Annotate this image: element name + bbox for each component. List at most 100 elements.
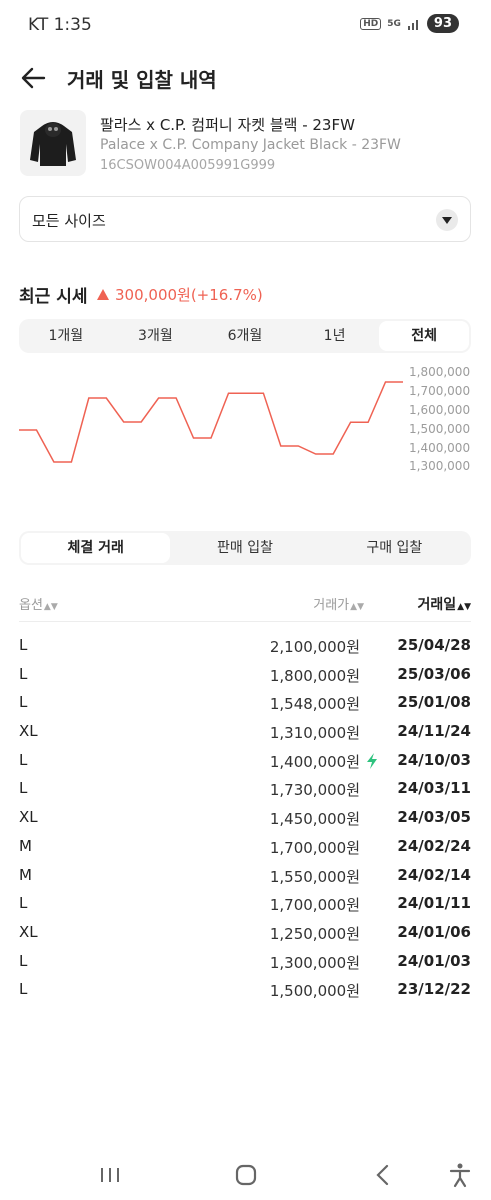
tab-sell-bids[interactable]: 판매 입찰 xyxy=(170,533,319,563)
tab-period-all[interactable]: 전체 xyxy=(379,321,469,351)
trade-date: 24/03/05 xyxy=(397,808,471,827)
table-row: L 1,500,000원 23/12/22 xyxy=(19,975,471,1004)
tab-period-1y[interactable]: 1년 xyxy=(290,321,380,351)
trade-date: 24/01/03 xyxy=(397,951,471,970)
page-title: 거래 및 입찰 내역 xyxy=(67,68,217,92)
header-price-label: 거래가 xyxy=(313,598,350,613)
trade-size: XL xyxy=(19,808,38,827)
trade-size: XL xyxy=(19,722,38,741)
product-summary[interactable]: 팔라스 x C.P. 컴퍼니 자켓 블랙 - 23FW Palace x C.P… xyxy=(20,110,471,176)
transaction-tabs: 체결 거래 판매 입찰 구매 입찰 xyxy=(19,531,471,565)
product-name-ko: 팔라스 x C.P. 컴퍼니 자켓 블랙 - 23FW xyxy=(100,116,355,134)
trade-size: L xyxy=(19,951,28,970)
status-bar: KT 1:35 HD 5G 93 xyxy=(0,0,491,52)
table-row: M 1,550,000원 24/02/14 xyxy=(19,861,471,890)
market-change-value: 300,000원(+16.7%) xyxy=(115,286,263,304)
trade-price: 1,450,000원 xyxy=(269,810,360,829)
trade-size: L xyxy=(19,693,28,712)
trade-size: M xyxy=(19,836,32,855)
tab-period-6m[interactable]: 6개월 xyxy=(200,321,290,351)
back-icon[interactable] xyxy=(368,1160,398,1190)
product-code: 16CSOW004A005991G999 xyxy=(100,158,276,173)
table-row: L 1,548,000원 25/01/08 xyxy=(19,688,471,717)
chevron-down-icon[interactable] xyxy=(436,209,458,231)
table-row: L 2,100,000원 25/04/28 xyxy=(19,631,471,660)
header-date[interactable]: 거래일▲▼ xyxy=(418,594,471,614)
trade-price: 1,500,000원 xyxy=(269,982,360,1001)
recent-apps-icon[interactable] xyxy=(95,1160,125,1190)
trade-date: 24/10/03 xyxy=(397,750,471,769)
y-tick-label: 1,800,000 xyxy=(409,365,471,379)
trade-size: M xyxy=(19,865,32,884)
trade-date: 23/12/22 xyxy=(397,980,471,999)
trade-price: 1,300,000원 xyxy=(269,953,360,972)
network-5g-icon: 5G xyxy=(387,18,401,29)
market-change: 300,000원(+16.7%) xyxy=(97,284,263,305)
signal-icon xyxy=(407,19,418,30)
trade-price: 2,100,000원 xyxy=(269,638,360,656)
size-select-value: 모든 사이즈 xyxy=(32,212,106,230)
trade-price: 1,310,000원 xyxy=(269,724,360,743)
tab-completed-trades[interactable]: 체결 거래 xyxy=(21,533,171,563)
table-row: XL 1,450,000원 24/03/05 xyxy=(19,803,471,832)
jacket-image xyxy=(30,122,76,166)
size-select[interactable]: 모든 사이즈 xyxy=(19,196,471,242)
tab-period-1m[interactable]: 1개월 xyxy=(21,321,111,351)
status-carrier-time: KT 1:35 xyxy=(28,15,92,35)
trade-date: 25/01/08 xyxy=(397,693,471,712)
trade-size: L xyxy=(19,750,28,769)
system-nav-bar xyxy=(0,1150,491,1200)
product-name-en: Palace x C.P. Company Jacket Black - 23F… xyxy=(100,137,401,153)
trade-size: XL xyxy=(19,922,38,941)
trade-price: 1,800,000원 xyxy=(269,666,360,685)
trade-price: 1,548,000원 xyxy=(269,695,360,714)
table-row: M 1,700,000원 24/02/24 xyxy=(19,832,471,861)
trade-date: 24/11/24 xyxy=(397,722,471,741)
y-tick-label: 1,500,000 xyxy=(409,422,471,436)
trade-date: 24/02/24 xyxy=(397,836,471,855)
home-icon[interactable] xyxy=(231,1160,261,1190)
trade-price: 1,400,000원 xyxy=(269,752,360,771)
arrow-left-icon[interactable] xyxy=(18,62,50,94)
trade-list: L 2,100,000원 25/04/28 L 1,800,000원 25/03/06 L 1… xyxy=(19,631,471,1004)
price-chart[interactable]: 1,800,000 1,700,000 1,600,000 1,500,000 … xyxy=(19,362,479,477)
trade-price: 1,700,000원 xyxy=(269,896,360,915)
product-image xyxy=(20,110,86,176)
header-date-label: 거래일 xyxy=(417,597,457,613)
market-title: 최근 시세 xyxy=(19,287,88,307)
header-option-label: 옵션 xyxy=(19,598,43,613)
trade-date: 25/03/06 xyxy=(397,664,471,683)
sort-desc-icon: ▲▼ xyxy=(457,602,471,612)
trade-size: L xyxy=(19,664,28,683)
trade-size: L xyxy=(19,894,28,913)
battery-indicator: 93 xyxy=(426,14,459,33)
table-row: XL 1,250,000원 24/01/06 xyxy=(19,918,471,947)
header-price[interactable]: 거래가▲▼ xyxy=(313,594,364,613)
table-row: L 1,400,000원 24/10/03 xyxy=(19,746,471,775)
status-icons: HD 5G 93 xyxy=(360,14,459,33)
y-tick-label: 1,700,000 xyxy=(409,384,471,398)
header: 거래 및 입찰 내역 xyxy=(0,58,491,98)
trade-date: 25/04/28 xyxy=(397,636,471,654)
accessibility-icon[interactable] xyxy=(445,1160,475,1190)
sort-icon: ▲▼ xyxy=(350,602,364,612)
up-triangle-icon xyxy=(97,289,109,300)
trade-price: 1,700,000원 xyxy=(269,838,360,857)
period-tabs: 1개월 3개월 6개월 1년 전체 xyxy=(19,319,471,353)
table-row: L 1,700,000원 24/01/11 xyxy=(19,889,471,918)
trade-size: L xyxy=(19,980,28,999)
trade-date: 24/01/11 xyxy=(397,894,471,913)
table-row: L 1,300,000원 24/01/03 xyxy=(19,947,471,976)
sort-icon: ▲▼ xyxy=(43,602,58,612)
header-option[interactable]: 옵션▲▼ xyxy=(19,594,58,613)
lightning-icon xyxy=(367,752,377,769)
y-tick-label: 1,300,000 xyxy=(409,459,471,473)
trade-date: 24/03/11 xyxy=(397,779,471,798)
tab-buy-bids[interactable]: 구매 입찰 xyxy=(320,533,469,563)
y-tick-label: 1,600,000 xyxy=(409,403,471,417)
price-series-line xyxy=(19,381,403,463)
tab-period-3m[interactable]: 3개월 xyxy=(111,321,201,351)
y-tick-label: 1,400,000 xyxy=(409,441,471,455)
trade-size: L xyxy=(19,779,28,798)
table-row: XL 1,310,000원 24/11/24 xyxy=(19,717,471,746)
